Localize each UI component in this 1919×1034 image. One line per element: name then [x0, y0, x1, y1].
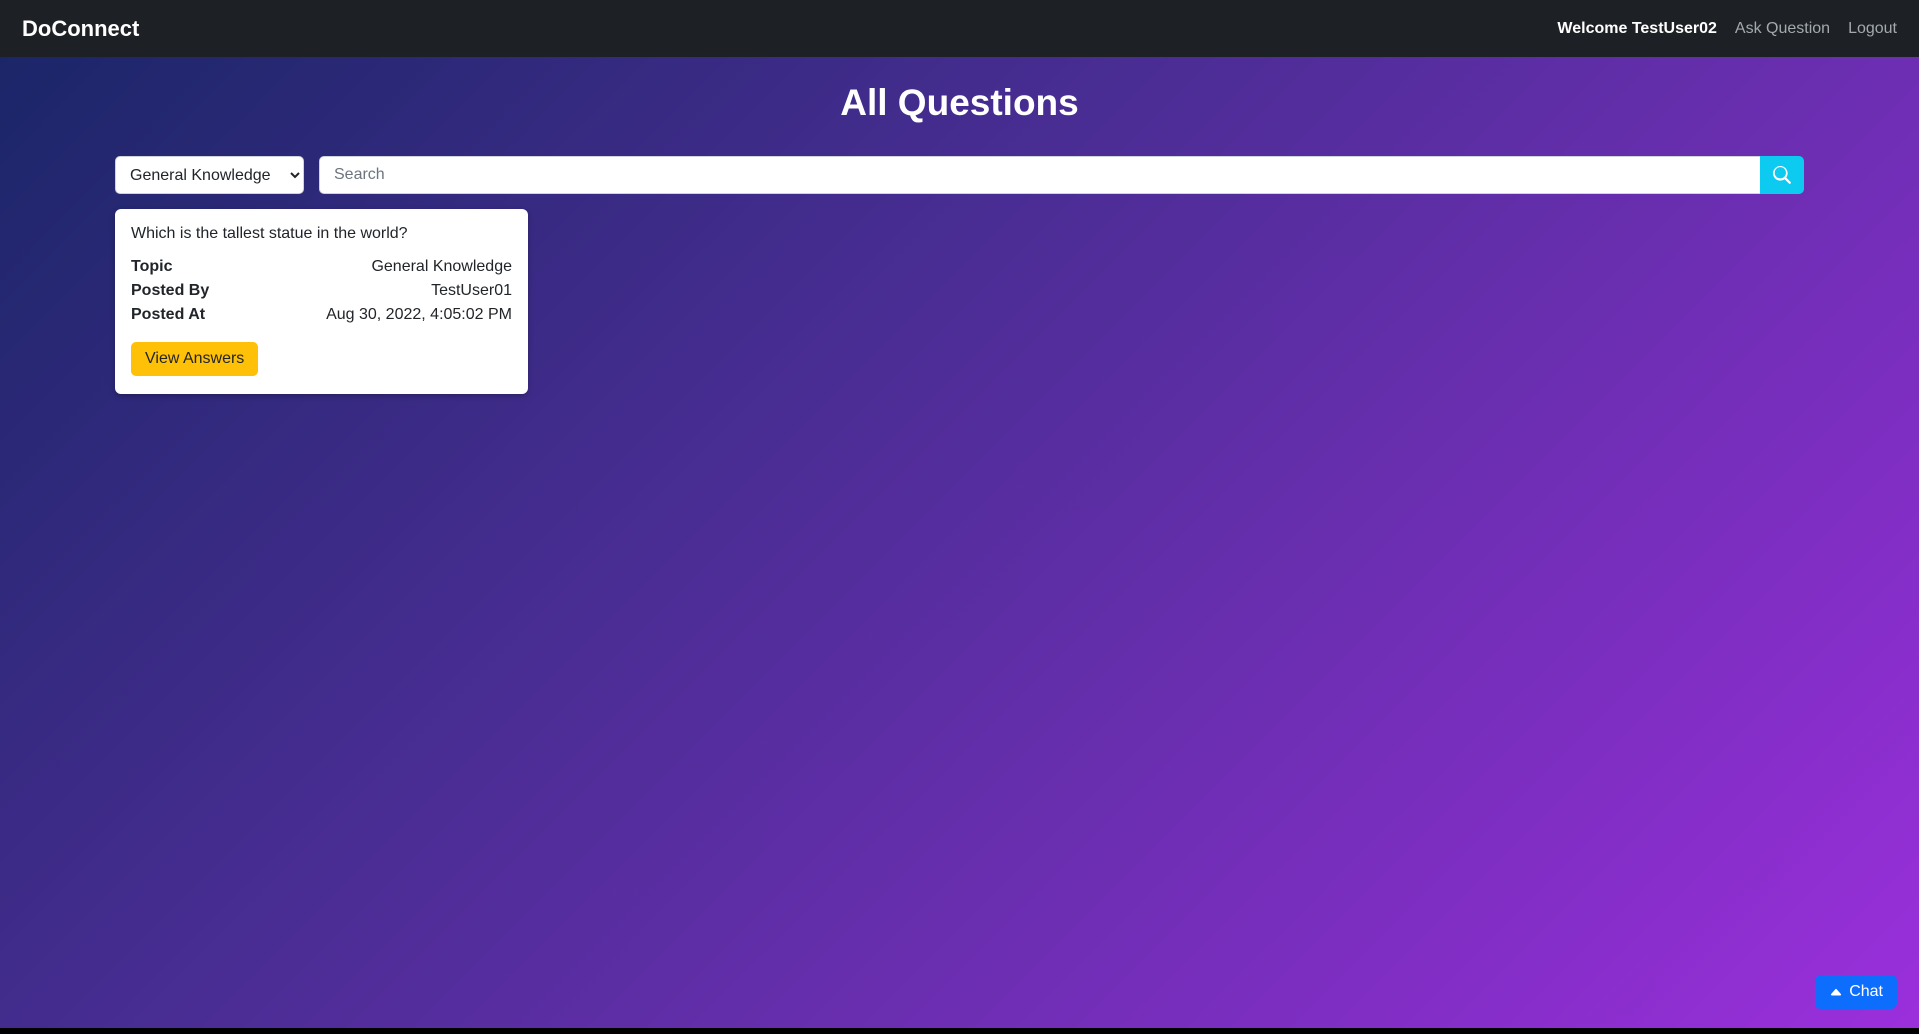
- topic-label: Topic: [131, 255, 172, 279]
- topic-value: General Knowledge: [371, 255, 512, 279]
- navbar: DoConnect Welcome TestUser02 Ask Questio…: [0, 0, 1919, 57]
- meta-row-posted-at: Posted At Aug 30, 2022, 4:05:02 PM: [131, 303, 512, 327]
- topic-select[interactable]: General Knowledge: [115, 156, 304, 194]
- chevron-up-icon: [1829, 985, 1843, 999]
- posted-at-value: Aug 30, 2022, 4:05:02 PM: [326, 303, 512, 327]
- posted-by-label: Posted By: [131, 279, 209, 303]
- search-group: [319, 156, 1804, 194]
- question-card: Which is the tallest statue in the world…: [115, 209, 528, 394]
- logout-link[interactable]: Logout: [1848, 20, 1897, 38]
- page-title: All Questions: [0, 82, 1919, 124]
- chat-button[interactable]: Chat: [1815, 975, 1897, 1009]
- search-icon: [1773, 166, 1791, 184]
- search-row: General Knowledge: [0, 156, 1919, 194]
- nav-right: Welcome TestUser02 Ask Question Logout: [1557, 20, 1897, 38]
- view-answers-button[interactable]: View Answers: [131, 342, 258, 376]
- meta-row-topic: Topic General Knowledge: [131, 255, 512, 279]
- posted-by-value: TestUser01: [431, 279, 512, 303]
- brand-logo[interactable]: DoConnect: [22, 16, 139, 42]
- question-title: Which is the tallest statue in the world…: [131, 225, 512, 243]
- footer-bar: [0, 1028, 1919, 1034]
- posted-at-label: Posted At: [131, 303, 205, 327]
- search-input[interactable]: [319, 156, 1760, 194]
- ask-question-link[interactable]: Ask Question: [1735, 20, 1830, 38]
- main-content: All Questions General Knowledge Which is…: [0, 57, 1919, 1034]
- welcome-text: Welcome TestUser02: [1557, 20, 1716, 38]
- question-cards: Which is the tallest statue in the world…: [0, 194, 1919, 394]
- chat-label: Chat: [1849, 983, 1883, 1001]
- meta-row-posted-by: Posted By TestUser01: [131, 279, 512, 303]
- search-button[interactable]: [1760, 156, 1804, 194]
